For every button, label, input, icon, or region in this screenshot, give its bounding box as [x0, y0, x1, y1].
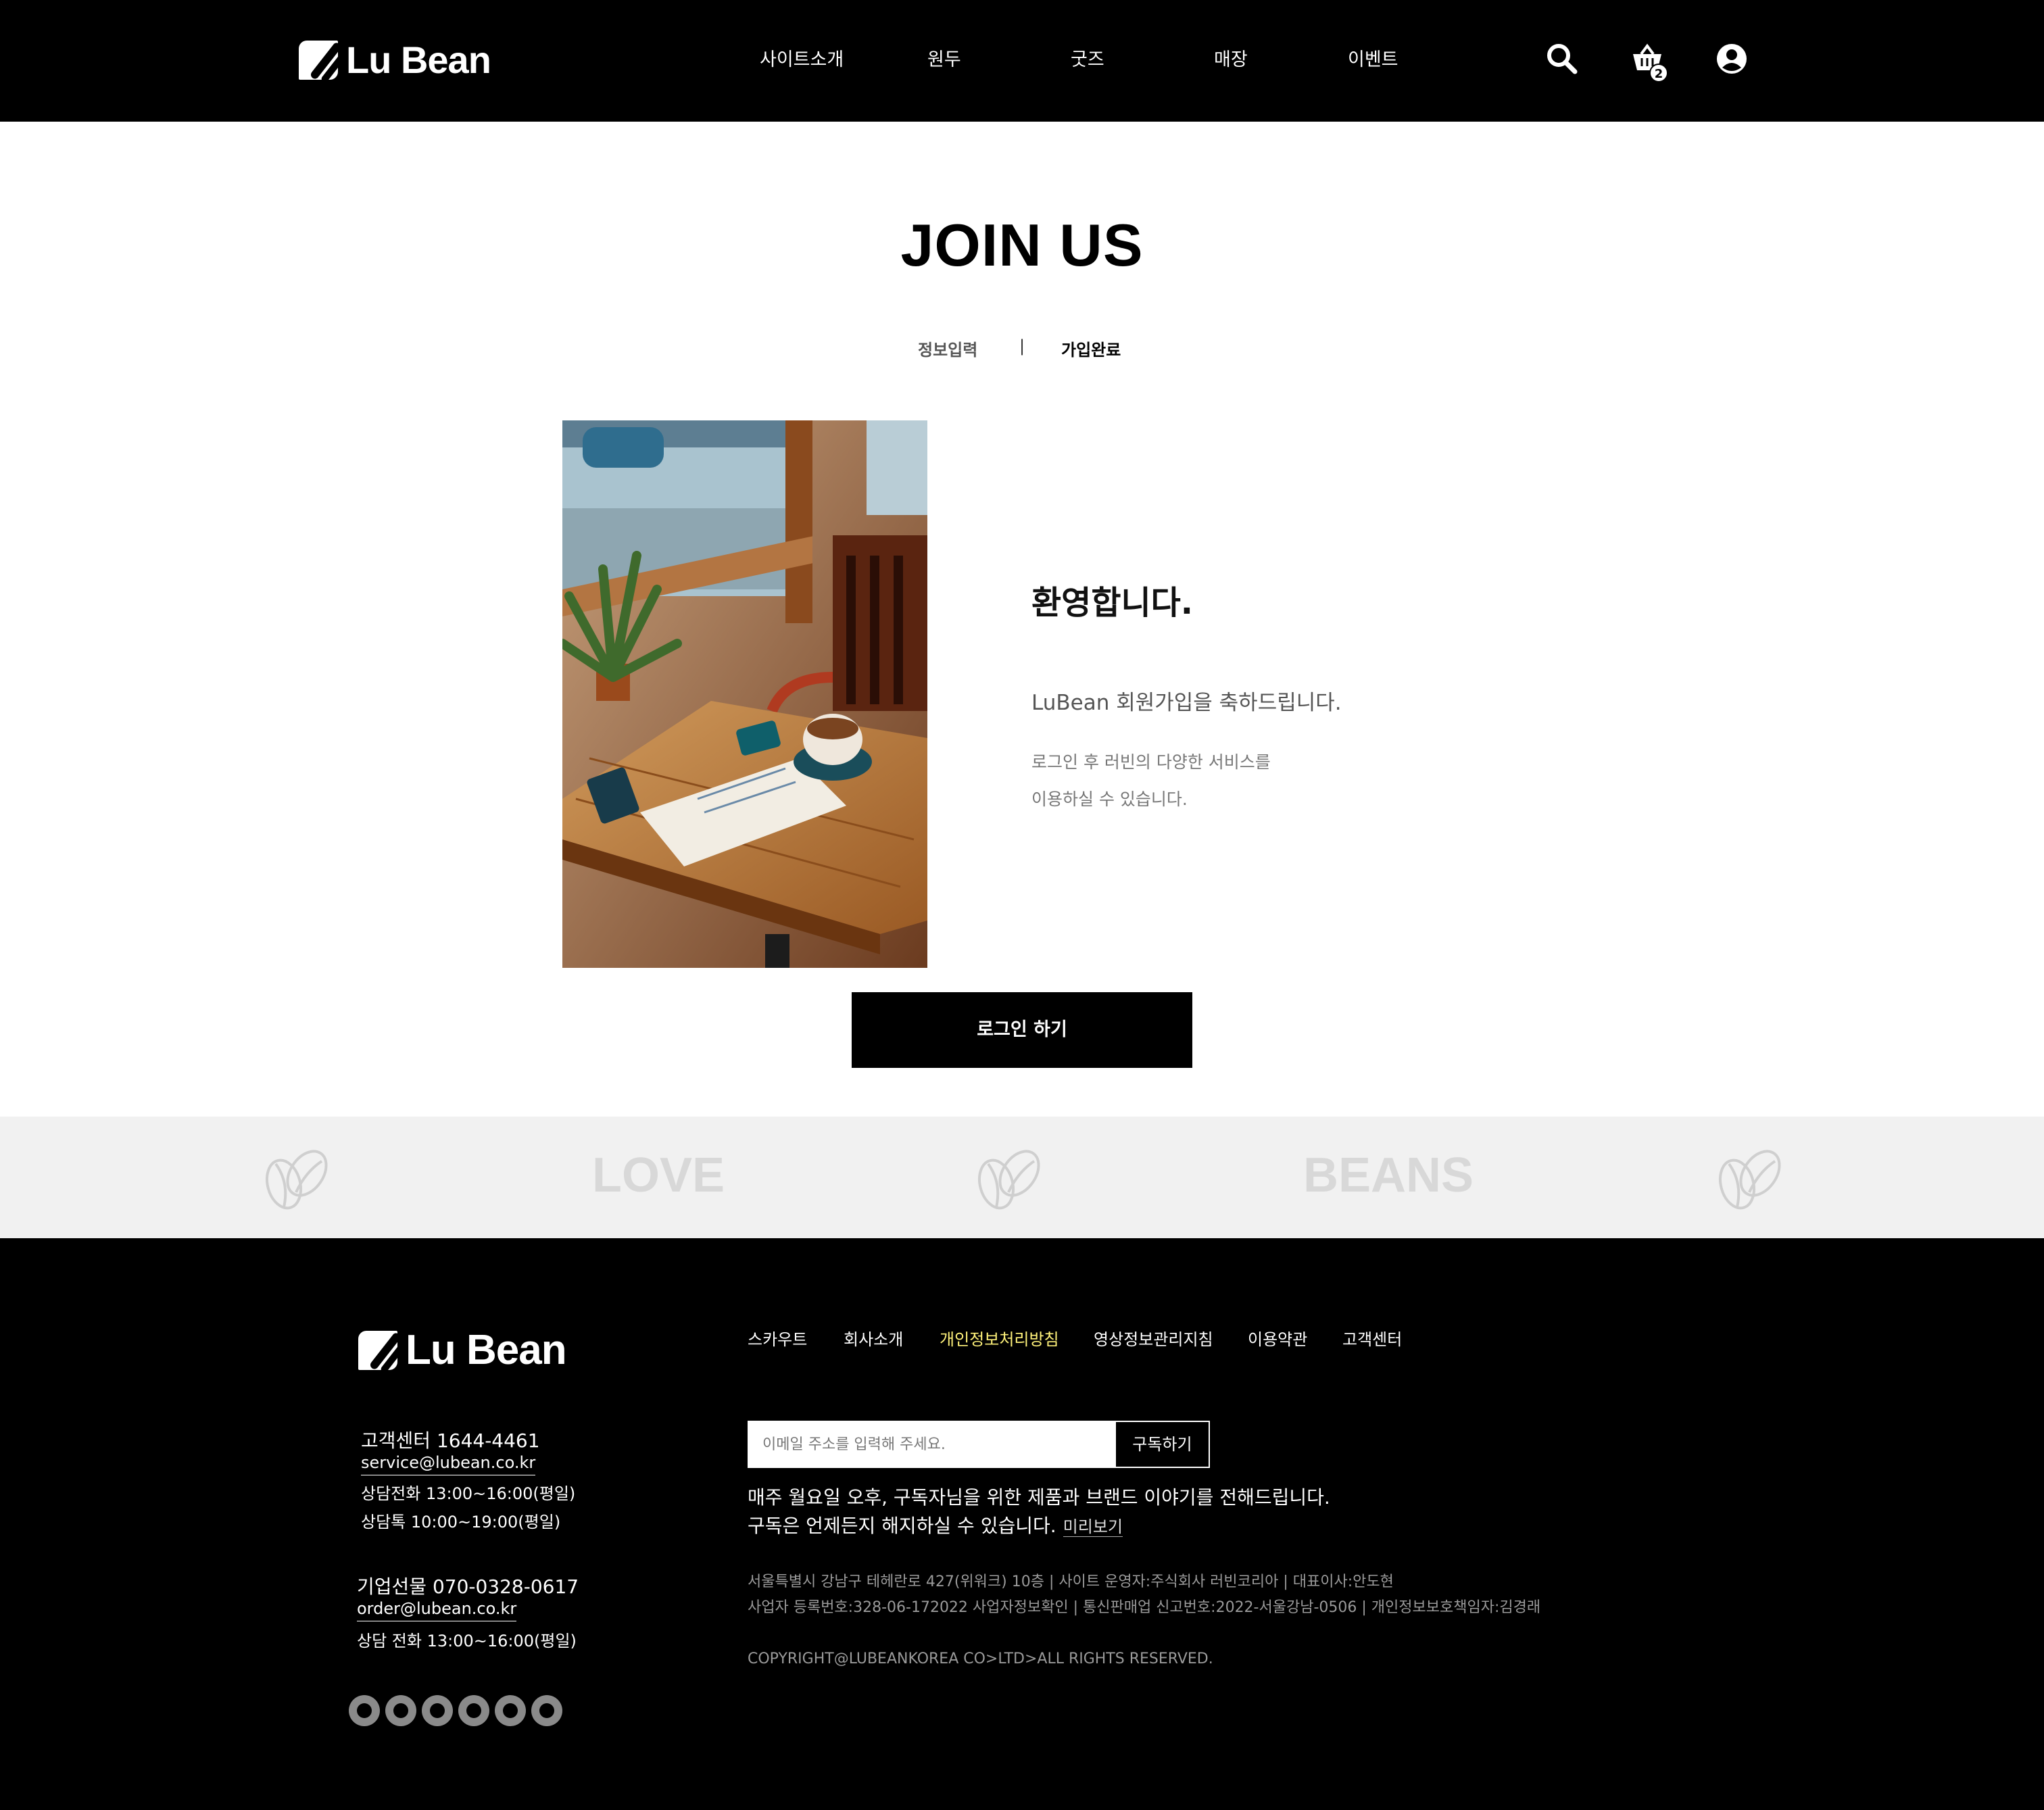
welcome-heading: 환영합니다. [1031, 584, 1194, 622]
github-icon[interactable] [349, 1695, 380, 1726]
step-info-input: 정보입력 [918, 341, 978, 360]
newsletter-email-input[interactable] [749, 1422, 1116, 1467]
newsletter-description: 매주 월요일 오후, 구독자님을 위한 제품과 브랜드 이야기를 전해드립니다. [748, 1486, 1330, 1509]
banner-word-beans: BEANS [1303, 1148, 1474, 1202]
nav-item-about[interactable]: 사이트소개 [760, 45, 844, 71]
welcome-description: 로그인 후 러빈의 다양한 서비스를 이용하실 수 있습니다. [1031, 743, 1271, 818]
github-icon[interactable] [422, 1695, 453, 1726]
newsletter-cancel-text: 구독은 언제든지 해지하실 수 있습니다. [748, 1515, 1056, 1537]
corporate-gift-phone-hours: 상담 전화 13:00~16:00(평일) [357, 1632, 577, 1650]
reddit-icon[interactable] [385, 1695, 416, 1726]
cart-count-badge: 2 [1649, 64, 1668, 82]
step-signup-complete: 가입완료 [1061, 341, 1121, 360]
github-icon[interactable] [495, 1695, 526, 1726]
corporate-gift-title: 기업선물 070-0328-0617 [357, 1575, 579, 1598]
customer-center-email[interactable]: service@lubean.co.kr [361, 1453, 536, 1475]
newsletter-form: 구독하기 [748, 1421, 1210, 1468]
nav-item-goods[interactable]: 굿즈 [1071, 45, 1104, 71]
coffee-bean-icon [978, 1150, 1040, 1210]
footer-link-support[interactable]: 고객센터 [1342, 1326, 1402, 1350]
step-separator: | [1019, 337, 1025, 356]
site-footer: Lu Bean 고객센터 1644-4461 service@lubean.co… [0, 1238, 2044, 1810]
reddit-icon[interactable] [458, 1695, 489, 1726]
corporate-gift-email[interactable]: order@lubean.co.kr [357, 1599, 517, 1621]
footer-link-privacy[interactable]: 개인정보처리방침 [940, 1326, 1059, 1350]
reddit-icon[interactable] [531, 1695, 562, 1726]
customer-center-title: 고객센터 1644-4461 [361, 1429, 540, 1452]
banner-word-love: LOVE [592, 1148, 725, 1202]
newsletter-cancel-note: 구독은 언제든지 해지하실 수 있습니다. 미리보기 [748, 1511, 1123, 1538]
page-title: JOIN US [900, 212, 1144, 278]
coffee-bean-icon [266, 1150, 328, 1210]
customer-center-email-link[interactable]: service@lubean.co.kr [361, 1453, 536, 1475]
newsletter-preview-link[interactable]: 미리보기 [1063, 1517, 1123, 1537]
footer-links: 스카우트 회사소개 개인정보처리방침 영상정보관리지침 이용약관 고객센터 [0, 1326, 2044, 1349]
cafe-table-photo [562, 420, 927, 968]
footer-link-scout[interactable]: 스카우트 [748, 1326, 807, 1350]
social-links [349, 1695, 562, 1726]
nav-item-beans[interactable]: 원두 [927, 45, 961, 71]
corporate-gift-email-link[interactable]: order@lubean.co.kr [357, 1599, 517, 1621]
company-registration: 사업자 등록번호:328-06-172022 사업자정보확인 | 통신판매업 신… [748, 1599, 1541, 1616]
user-account-icon[interactable] [1715, 42, 1749, 76]
love-beans-banner: LOVE BEANS [0, 1117, 2044, 1238]
nav-item-events[interactable]: 이벤트 [1348, 45, 1398, 71]
welcome-description-line: 로그인 후 러빈의 다양한 서비스를 [1031, 752, 1271, 772]
search-icon[interactable] [1545, 42, 1579, 76]
nav-item-stores[interactable]: 매장 [1214, 45, 1248, 71]
signup-steps: 정보입력 | 가입완료 [0, 337, 2044, 361]
footer-link-company[interactable]: 회사소개 [844, 1326, 903, 1350]
welcome-subtitle: LuBean 회원가입을 축하드립니다. [1031, 691, 1342, 715]
customer-center-talk-hours: 상담톡 10:00~19:00(평일) [361, 1513, 561, 1532]
coffee-bean-icon [1719, 1150, 1781, 1210]
footer-link-terms[interactable]: 이용약관 [1248, 1326, 1307, 1350]
login-button[interactable]: 로그인 하기 [852, 992, 1192, 1068]
company-address: 서울특별시 강남구 테헤란로 427(위워크) 10층 | 사이트 운영자:주식… [748, 1573, 1394, 1590]
site-header: Lu Bean 사이트소개 원두 굿즈 매장 이벤트 2 [0, 0, 2044, 122]
copyright: COPYRIGHT@LUBEANKOREA CO>LTD>ALL RIGHTS … [748, 1650, 1213, 1667]
footer-link-video-policy[interactable]: 영상정보관리지침 [1094, 1326, 1213, 1350]
welcome-description-line: 이용하실 수 있습니다. [1031, 789, 1188, 809]
customer-center-phone-hours: 상담전화 13:00~16:00(평일) [361, 1484, 576, 1503]
subscribe-button[interactable]: 구독하기 [1115, 1422, 1209, 1467]
